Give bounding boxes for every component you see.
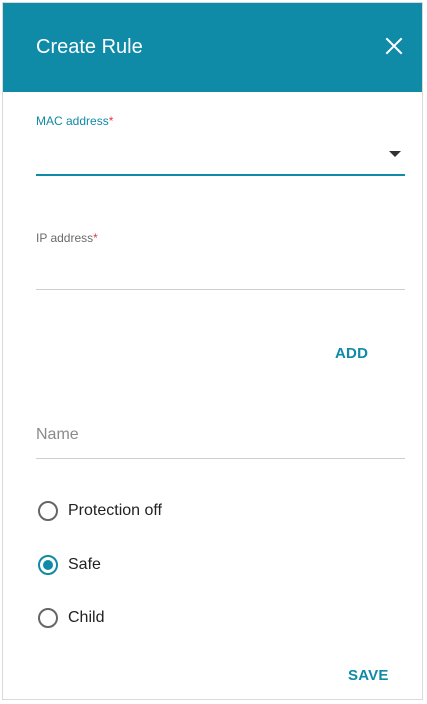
name-placeholder: Name [36,426,79,443]
radio-child[interactable]: Child [38,606,104,630]
radio-safe[interactable]: Safe [38,553,101,577]
ip-address-label: IP address* [36,231,98,245]
ip-address-field[interactable]: IP address* [36,231,405,291]
add-button[interactable]: ADD [335,345,368,362]
mac-address-underline [36,174,405,176]
radio-protection-off[interactable]: Protection off [38,499,162,523]
radio-button[interactable] [38,608,58,628]
mac-address-select[interactable]: MAC address* [36,114,405,176]
radio-label: Child [68,609,105,626]
mac-address-label: MAC address* [36,114,114,128]
chevron-down-icon[interactable] [389,151,401,157]
radio-button-checked[interactable] [38,555,58,575]
name-underline [36,458,405,459]
dialog-title: Create Rule [36,36,143,58]
required-mark: * [108,114,114,128]
radio-label: Safe [68,556,101,573]
create-rule-dialog: Create Rule MAC address* IP address* ADD… [2,2,423,700]
ip-address-underline [36,289,405,290]
radio-button[interactable] [38,501,58,521]
name-field[interactable]: Name [36,426,405,460]
radio-label: Protection off [68,502,162,519]
required-mark: * [93,231,98,245]
save-button[interactable]: SAVE [348,667,389,684]
close-icon[interactable] [382,34,406,58]
dialog-header: Create Rule [3,3,422,92]
